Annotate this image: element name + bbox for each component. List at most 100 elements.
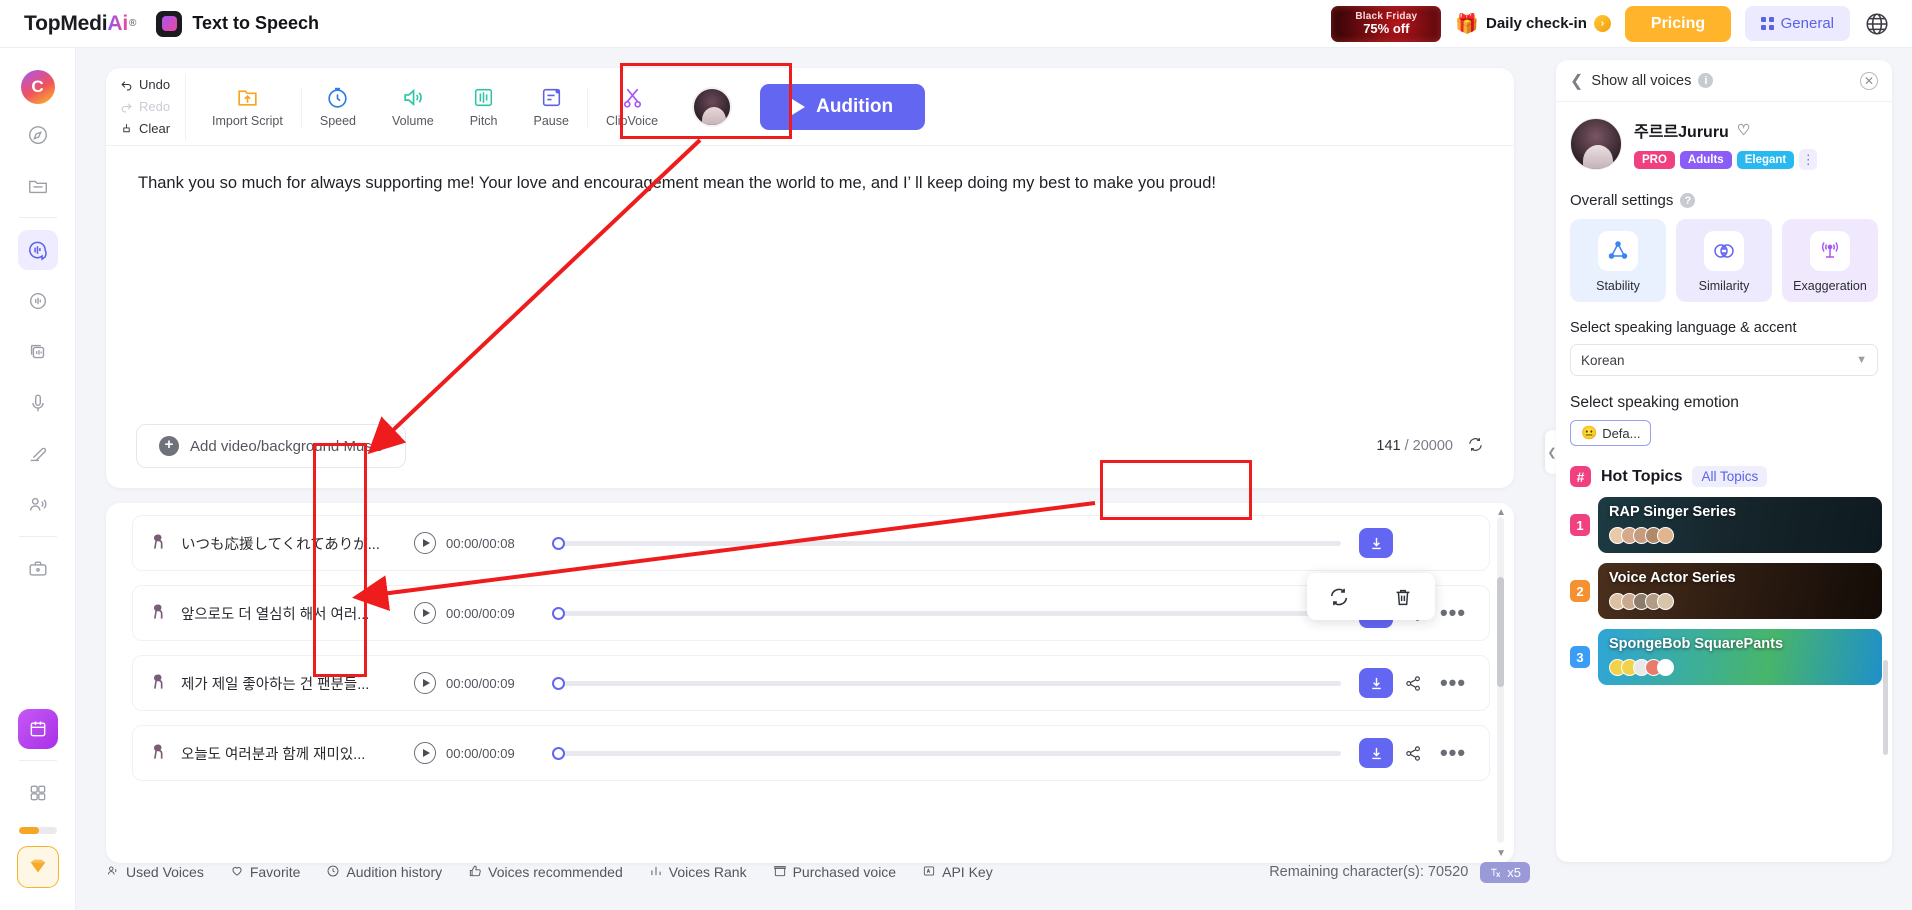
list-item[interactable]: 2 Voice Actor Series <box>1556 563 1892 619</box>
bottom-bar-item-purchased-voice[interactable]: Purchased voice <box>773 864 896 881</box>
calendar-icon[interactable] <box>17 709 58 749</box>
bottom-bar-item-api-key[interactable]: API Key <box>922 864 993 881</box>
bottom-bar-item-voices-rank[interactable]: Voices Rank <box>649 864 747 881</box>
regenerate-icon[interactable] <box>1328 586 1350 608</box>
thumbs-up-icon <box>468 864 482 881</box>
emotion-label: Select speaking emotion <box>1570 394 1739 411</box>
undo-button[interactable]: Undo <box>120 77 185 92</box>
table-row[interactable]: いつも応援してくれてありが... 00:00/00:08 ••• <box>132 515 1490 571</box>
sidebar-item-text-to-speech[interactable] <box>17 230 58 270</box>
audition-button[interactable]: Audition <box>760 83 926 130</box>
apps-grid-icon[interactable] <box>18 773 58 813</box>
pricing-button[interactable]: Pricing <box>1624 5 1732 42</box>
bottom-bar-item-label: Voices Rank <box>668 864 747 880</box>
download-icon[interactable] <box>1359 528 1393 558</box>
bottom-bar-item-favorite[interactable]: Favorite <box>230 864 300 881</box>
info-icon[interactable]: i <box>1698 73 1714 88</box>
topic-card[interactable]: RAP Singer Series <box>1598 497 1882 553</box>
row-progress-knob[interactable] <box>552 606 565 620</box>
list-scrollbar[interactable] <box>1497 517 1504 843</box>
row-progress-knob[interactable] <box>552 676 565 690</box>
share-icon[interactable] <box>1393 744 1433 763</box>
used-voices-icon <box>106 864 120 881</box>
table-row[interactable]: 앞으로도 더 열심히 해서 여러... 00:00/00:09 ••• <box>132 585 1490 641</box>
row-progress-track[interactable] <box>552 676 1341 690</box>
row-more-button[interactable]: ••• <box>1433 600 1473 626</box>
row-progress-track[interactable] <box>552 536 1341 550</box>
selected-voice-avatar[interactable] <box>692 86 733 127</box>
share-icon[interactable] <box>1393 674 1433 693</box>
sidebar-item-explore[interactable] <box>18 115 58 155</box>
voice-avatar[interactable] <box>1570 118 1622 170</box>
volume-button[interactable]: Volume <box>374 85 452 128</box>
main-content: Undo Redo Clear Import Script Speed Volu… <box>76 48 1546 910</box>
import-script-button[interactable]: Import Script <box>186 85 301 128</box>
table-row[interactable]: 오늘도 여러분과 함께 재미있... 00:00/00:09 ••• <box>132 725 1490 781</box>
sidebar-divider-1 <box>18 217 57 218</box>
black-friday-banner[interactable]: Black Friday 75% off <box>1331 5 1442 42</box>
language-select[interactable]: Korean ▼ <box>1570 344 1878 376</box>
row-play-button[interactable] <box>414 742 436 764</box>
voice-name-row: 주르르Jururu ♡ <box>1634 118 1817 142</box>
sidebar-item-workspace[interactable] <box>18 549 58 589</box>
row-play-button[interactable] <box>414 602 436 624</box>
download-icon[interactable] <box>1359 668 1393 698</box>
row-more-button[interactable]: ••• <box>1433 670 1473 696</box>
general-button[interactable]: General <box>1745 6 1850 41</box>
speed-button[interactable]: Speed <box>302 85 374 128</box>
row-progress-track[interactable] <box>552 746 1341 760</box>
overall-settings-info-icon[interactable]: ? <box>1680 193 1696 208</box>
topic-avatars <box>1609 659 1674 676</box>
heart-outline-icon[interactable]: ♡ <box>1737 121 1750 139</box>
download-icon[interactable] <box>1359 738 1393 768</box>
row-play-button[interactable] <box>414 672 436 694</box>
row-play-button[interactable] <box>414 532 436 554</box>
all-topics-button[interactable]: All Topics <box>1692 466 1768 487</box>
user-avatar[interactable]: C <box>20 70 55 104</box>
table-row[interactable]: 제가 제일 좋아하는 건 팬분들... 00:00/00:09 ••• <box>132 655 1490 711</box>
refresh-icon[interactable] <box>1467 436 1484 457</box>
multiplier-badge[interactable]: x5 <box>1480 861 1530 883</box>
setting-card-stability[interactable]: Stability <box>1570 219 1666 302</box>
sidebar-item-microphone[interactable] <box>18 383 58 423</box>
row-progress-knob[interactable] <box>552 746 565 760</box>
emotion-chip[interactable]: 😐 Defa... <box>1570 420 1652 446</box>
row-more-button[interactable]: ••• <box>1433 740 1473 766</box>
sidebar-item-folder[interactable] <box>18 166 58 206</box>
more-vertical-icon[interactable]: ⋮ <box>1799 149 1818 170</box>
globe-icon[interactable] <box>1864 11 1890 37</box>
show-all-voices-label[interactable]: Show all voices <box>1591 73 1691 89</box>
script-input[interactable]: Thank you so much for always supporting … <box>106 146 1514 406</box>
sidebar-item-voice-changer[interactable] <box>18 281 58 321</box>
list-item[interactable]: 1 RAP Singer Series <box>1556 497 1892 553</box>
bottom-bar-item-audition-history[interactable]: Audition history <box>326 864 442 881</box>
topic-card[interactable]: SpongeBob SquarePants <box>1598 629 1882 685</box>
panel-scrollbar[interactable] <box>1883 660 1888 755</box>
sidebar-item-speakers[interactable] <box>18 485 58 525</box>
row-progress-track[interactable] <box>552 606 1341 620</box>
close-icon[interactable]: ✕ <box>1860 71 1878 90</box>
row-time: 00:00/00:09 <box>446 605 515 621</box>
clipvoice-button[interactable]: ClipVoice <box>588 85 676 128</box>
add-media-button[interactable]: + Add video/background Music <box>136 424 406 468</box>
redo-button[interactable]: Redo <box>120 99 185 114</box>
trash-icon[interactable] <box>1392 586 1414 608</box>
vip-diamond-icon[interactable] <box>16 846 59 888</box>
sidebar-item-voice-editor[interactable] <box>18 434 58 474</box>
daily-checkin-button[interactable]: 🎁 Daily check-in › <box>1455 12 1611 36</box>
setting-card-similarity[interactable]: Similarity <box>1676 219 1772 302</box>
row-context-menu[interactable] <box>1307 573 1435 620</box>
brand-logo[interactable]: TopMedi Ai ® <box>24 12 136 36</box>
row-progress-knob[interactable] <box>552 536 565 550</box>
pause-button[interactable]: Pause <box>516 85 587 128</box>
pitch-button[interactable]: Pitch <box>452 85 516 128</box>
list-item[interactable]: 3 SpongeBob SquarePants <box>1556 629 1892 685</box>
setting-card-exaggeration[interactable]: Exaggeration <box>1782 219 1878 302</box>
sidebar-item-voice-cloning[interactable] <box>18 332 58 372</box>
back-chevron-icon[interactable]: ❮ <box>1570 71 1583 91</box>
topic-card[interactable]: Voice Actor Series <box>1598 563 1882 619</box>
bottom-bar-item-used-voices[interactable]: Used Voices <box>106 864 204 881</box>
clear-button[interactable]: Clear <box>120 121 185 136</box>
voice-meta: 주르르Jururu ♡ PRO Adults Elegant ⋮ <box>1634 118 1818 170</box>
bottom-bar-item-voices-recommended[interactable]: Voices recommended <box>468 864 623 881</box>
